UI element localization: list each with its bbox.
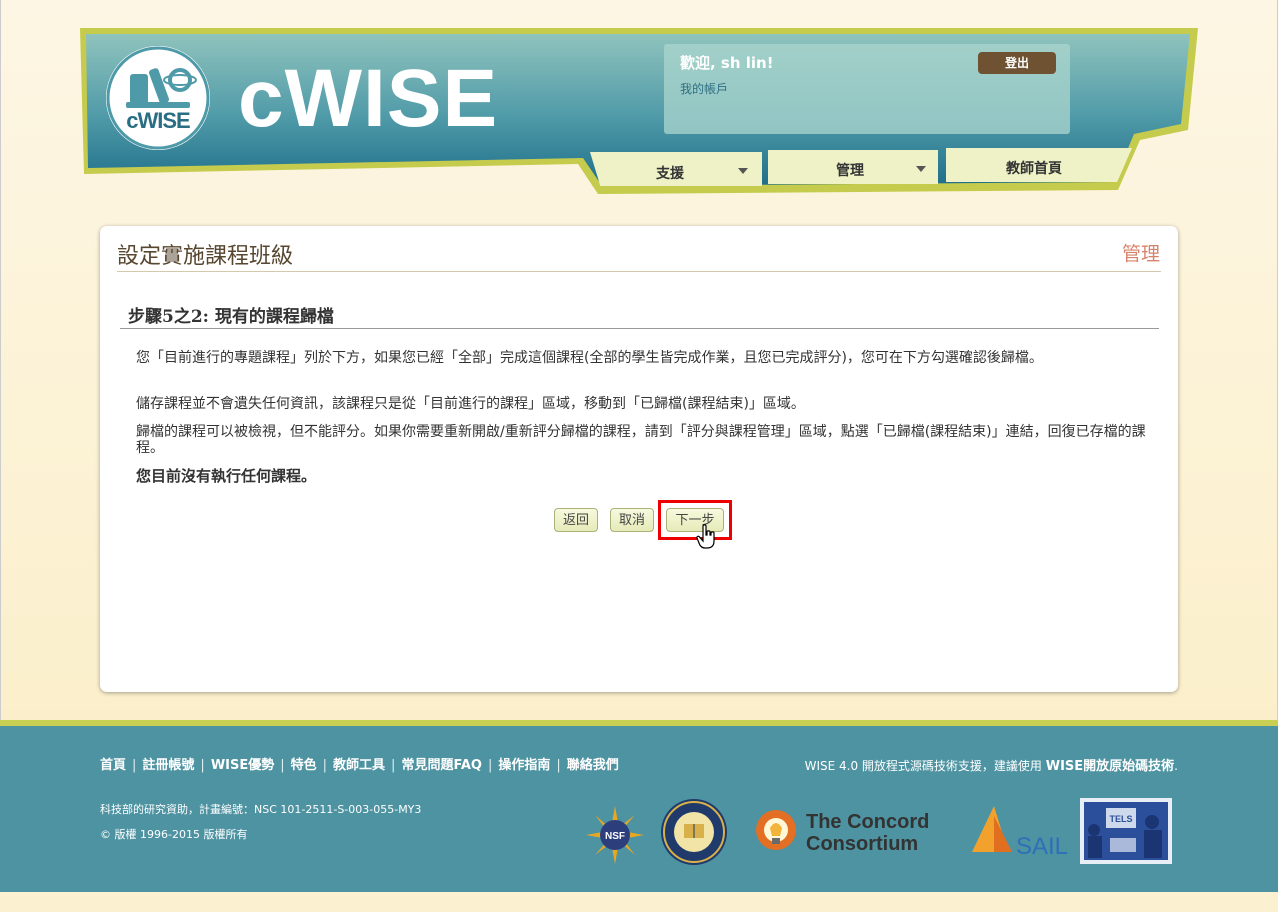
user-box: 歡迎, sh lin! 我的帳戶 登出 xyxy=(664,44,1070,134)
logout-button[interactable]: 登出 xyxy=(978,52,1056,74)
back-button[interactable]: 返回 xyxy=(554,508,598,532)
footer: 首頁 | 註冊帳號 | WISE優勢 | 特色 | 教師工具 | 常見問題FAQ | 操作指南 | 聯絡我們… xyxy=(0,720,1278,892)
concord-logo-line1: The Concord xyxy=(806,811,929,833)
footer-link-guide[interactable]: 操作指南 xyxy=(498,758,550,773)
brand-name: cWISE xyxy=(238,53,499,144)
footer-link-features[interactable]: 特色 xyxy=(291,758,317,773)
sail-logo-text: SAIL xyxy=(1016,833,1068,860)
main-panel: 設定實施課程班級 管理 步驟5之2: 現有的課程歸檔 您「目前進行的專題課程」列… xyxy=(100,226,1178,692)
tels-logo-text: TELS xyxy=(1109,814,1132,824)
admin-link[interactable]: 管理 xyxy=(1122,239,1160,266)
footer-copyright: © 版權 1996-2015 版權所有 xyxy=(100,828,248,841)
divider xyxy=(117,271,1161,272)
footer-link-register[interactable]: 註冊帳號 xyxy=(142,758,194,773)
hand-cursor-icon xyxy=(696,524,715,549)
chevron-down-icon xyxy=(916,166,926,172)
nav-tab-support-label: 支援 xyxy=(656,166,684,182)
cwise-logo[interactable]: cWISE xyxy=(106,46,210,150)
instruction-paragraph: 歸檔的課程可以被檢視，但不能評分。如果你需要重新開啟/重新評分歸檔的課程，請到「… xyxy=(136,424,1146,456)
logo-text: cWISE xyxy=(126,108,190,133)
no-projects-message: 您目前沒有執行任何課程。 xyxy=(136,467,317,485)
my-account-link[interactable]: 我的帳戶 xyxy=(680,80,728,97)
instruction-paragraph: 儲存課程並不會遺失任何資訊，該課程只是從「目前進行的課程」區域，移動到「已歸檔(… xyxy=(136,396,805,412)
nav-tab-teacher-home-label: 教師首頁 xyxy=(1006,161,1062,177)
nsf-logo[interactable]: NSF xyxy=(586,806,644,864)
footer-credit-text: WISE 4.0 開放程式源碼技術支援，建議使用 xyxy=(804,759,1046,773)
footer-links: 首頁 | 註冊帳號 | WISE優勢 | 特色 | 教師工具 | 常見問題FAQ | 操作指南 | 聯絡我們 xyxy=(100,758,619,773)
footer-link-advantages[interactable]: WISE優勢 xyxy=(211,758,274,773)
nav-tab-manage[interactable]: 管理 xyxy=(768,150,938,184)
highlight-box xyxy=(658,500,732,540)
nav-tab-support[interactable]: 支援 xyxy=(590,152,762,186)
tels-logo[interactable]: TELS xyxy=(1080,798,1172,864)
page-title: 設定實施課程班級 xyxy=(117,244,294,269)
sail-logo[interactable]: SAIL xyxy=(964,804,1068,862)
footer-link-teacher-tools[interactable]: 教師工具 xyxy=(333,758,385,773)
nav-tab-manage-label: 管理 xyxy=(836,163,864,179)
page-bottom xyxy=(0,892,1278,912)
footer-funding: 科技部的研究資助，計畫編號：NSC 101-2511-S-003-055-MY3 xyxy=(100,803,422,816)
step-title: 步驟5之2: 現有的課程歸檔 xyxy=(128,307,334,327)
concord-logo-line2: Consortium xyxy=(806,833,918,855)
nsf-logo-text: NSF xyxy=(605,831,625,842)
science-logo-icon xyxy=(106,46,210,150)
footer-link-home[interactable]: 首頁 xyxy=(100,758,126,773)
welcome-text: 歡迎, sh lin! xyxy=(680,54,774,72)
cancel-button[interactable]: 取消 xyxy=(610,508,654,532)
chevron-down-icon xyxy=(738,168,748,174)
footer-credit-link[interactable]: WISE開放原始碼技術 xyxy=(1046,759,1174,774)
divider xyxy=(120,328,1159,329)
footer-link-contact[interactable]: 聯絡我們 xyxy=(567,758,619,773)
footer-credit: WISE 4.0 開放程式源碼技術支援，建議使用 WISE開放原始碼技術. xyxy=(805,755,1178,774)
footer-credit-suffix: . xyxy=(1174,759,1178,773)
university-seal-logo[interactable] xyxy=(660,798,728,866)
nav-tab-teacher-home[interactable]: 教師首頁 xyxy=(946,148,1132,182)
concord-consortium-logo[interactable]: The Concord Consortium xyxy=(750,800,942,862)
footer-link-faq[interactable]: 常見問題FAQ xyxy=(401,758,482,773)
instruction-paragraph: 您「目前進行的專題課程」列於下方，如果您已經「全部」完成這個課程(全部的學生皆完… xyxy=(136,350,1043,366)
